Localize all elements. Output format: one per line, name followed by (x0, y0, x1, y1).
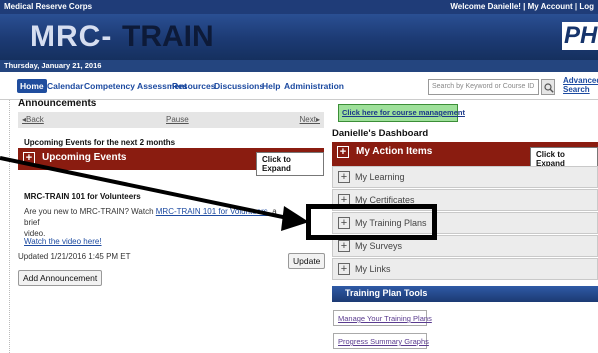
arrow-icon (0, 156, 309, 231)
highlight-box (306, 204, 437, 240)
